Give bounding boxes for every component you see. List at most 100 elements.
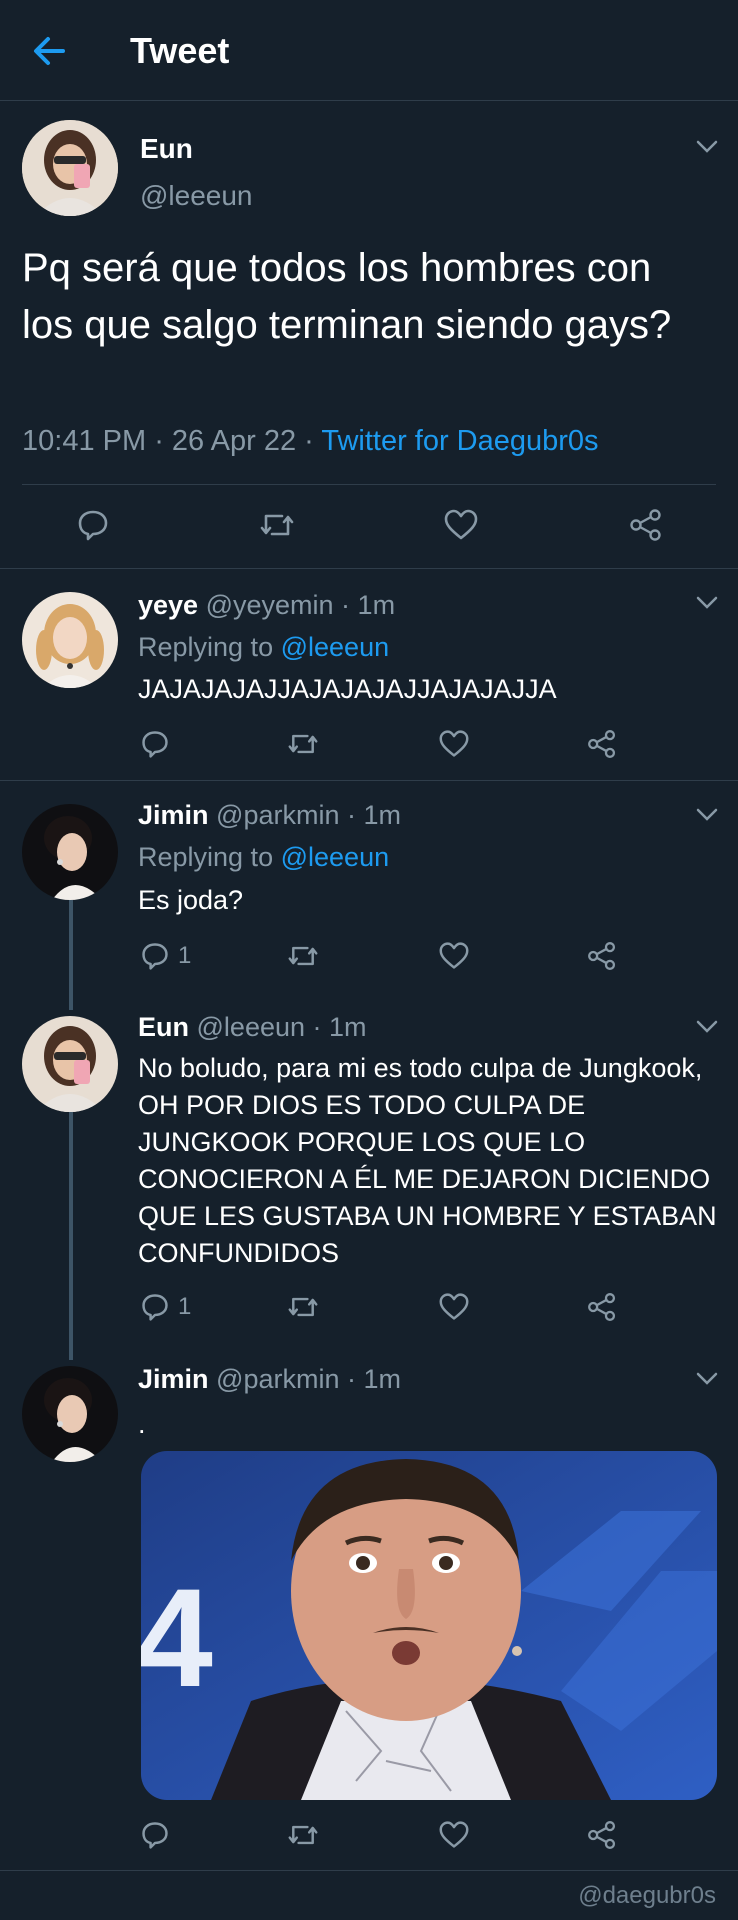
page-title: Tweet bbox=[130, 30, 230, 71]
divider bbox=[0, 1870, 738, 1871]
share-icon bbox=[588, 730, 616, 758]
replying-label: Replying to bbox=[138, 632, 274, 662]
replying-label: Replying to bbox=[138, 842, 274, 872]
author-name[interactable]: Jimin bbox=[138, 1364, 209, 1394]
thread-line bbox=[69, 1112, 73, 1360]
like-button[interactable] bbox=[438, 941, 470, 971]
author-name[interactable]: Eun bbox=[140, 133, 193, 165]
share-button[interactable] bbox=[586, 729, 618, 759]
tweet-date: 26 Apr 22 bbox=[171, 425, 297, 457]
share-button[interactable] bbox=[586, 941, 618, 971]
reply-count: 1 bbox=[178, 942, 192, 969]
like-button[interactable] bbox=[443, 508, 479, 542]
reply-header: yeye @yeyemin · 1m bbox=[138, 590, 395, 621]
avatar[interactable] bbox=[22, 592, 118, 688]
reply-icon bbox=[142, 731, 168, 758]
avatar[interactable] bbox=[22, 1366, 118, 1462]
author-name[interactable]: Eun bbox=[138, 1012, 189, 1042]
back-arrow-icon[interactable] bbox=[32, 34, 66, 68]
thread-line bbox=[69, 900, 73, 1010]
reply-button[interactable] bbox=[140, 1820, 170, 1850]
divider bbox=[0, 568, 738, 569]
reply-time: 1m bbox=[329, 1012, 367, 1042]
share-button[interactable] bbox=[586, 1820, 618, 1850]
like-icon bbox=[439, 1821, 469, 1848]
top-bar: Tweet bbox=[0, 0, 738, 101]
media-caption: 4 bbox=[141, 1559, 213, 1716]
tweet-text: Pq será que todos los hombres con los qu… bbox=[22, 246, 672, 347]
share-button[interactable] bbox=[628, 508, 664, 542]
chevron-down-icon[interactable] bbox=[696, 1372, 718, 1386]
like-icon bbox=[439, 1293, 469, 1320]
share-button[interactable] bbox=[586, 1292, 618, 1322]
reply-text: Es joda? bbox=[138, 885, 244, 915]
tweet-meta: 10:41 PM · 26 Apr 22 · Twitter for Daegu… bbox=[22, 425, 599, 458]
retweet-icon bbox=[288, 946, 318, 966]
avatar[interactable] bbox=[22, 1016, 118, 1112]
like-icon bbox=[439, 730, 469, 757]
reply-time: 1m bbox=[363, 1364, 402, 1394]
meta-separator: · bbox=[333, 590, 358, 620]
reply-button[interactable] bbox=[140, 729, 178, 759]
like-button[interactable] bbox=[438, 1820, 470, 1850]
like-button[interactable] bbox=[438, 1292, 470, 1322]
reply-icon bbox=[142, 943, 168, 970]
chevron-down-icon[interactable] bbox=[696, 596, 718, 610]
author-handle[interactable]: @leeeun bbox=[197, 1012, 306, 1042]
reply-header: Eun @leeeun · 1m bbox=[138, 1012, 367, 1043]
like-button[interactable] bbox=[438, 729, 470, 759]
reply-header: Jimin @parkmin · 1m bbox=[138, 1364, 401, 1395]
author-handle[interactable]: @parkmin bbox=[216, 800, 339, 830]
mention-link[interactable]: @leeeun bbox=[281, 842, 390, 872]
retweet-icon bbox=[260, 514, 294, 536]
reply-time: 1m bbox=[363, 800, 402, 830]
replying-to: Replying to @leeeun bbox=[138, 842, 389, 873]
share-icon bbox=[588, 1821, 616, 1849]
share-icon bbox=[588, 1293, 616, 1321]
author-handle[interactable]: @yeyemin bbox=[206, 590, 334, 620]
retweet-button[interactable] bbox=[286, 1292, 320, 1322]
like-icon bbox=[439, 942, 469, 969]
reply-icon bbox=[78, 510, 108, 541]
like-icon bbox=[444, 509, 478, 540]
reply-button[interactable]: 1 bbox=[140, 941, 191, 971]
author-handle[interactable]: @parkmin bbox=[216, 1364, 339, 1394]
reply-text: No boludo, para mi es todo culpa de Jung… bbox=[138, 1053, 717, 1268]
retweet-icon bbox=[288, 734, 318, 754]
chevron-down-icon[interactable] bbox=[696, 808, 718, 822]
mention-link[interactable]: @leeeun bbox=[281, 632, 390, 662]
divider bbox=[22, 484, 716, 485]
tweet-source-link[interactable]: Twitter for Daegubr0s bbox=[321, 425, 598, 457]
reply-header: Jimin @parkmin · 1m bbox=[138, 800, 401, 831]
retweet-icon bbox=[288, 1825, 318, 1845]
reply-button[interactable] bbox=[76, 508, 110, 542]
meta-separator: · bbox=[146, 425, 172, 457]
reply-icon bbox=[142, 1822, 168, 1849]
retweet-icon bbox=[288, 1297, 318, 1317]
chevron-down-icon[interactable] bbox=[696, 140, 718, 154]
tweet-image[interactable]: 4 bbox=[141, 1451, 717, 1800]
author-handle[interactable]: @leeeun bbox=[140, 180, 253, 212]
retweet-button[interactable] bbox=[286, 1820, 320, 1850]
reply-text: JAJAJAJAJJAJAJAJAJJAJAJAJJA bbox=[138, 674, 557, 704]
retweet-button[interactable] bbox=[286, 941, 320, 971]
retweet-button[interactable] bbox=[286, 729, 320, 759]
share-icon bbox=[630, 509, 661, 541]
divider bbox=[0, 780, 738, 781]
chevron-down-icon[interactable] bbox=[696, 1020, 718, 1034]
author-name[interactable]: yeye bbox=[138, 590, 198, 620]
replying-to: Replying to @leeeun bbox=[138, 632, 389, 663]
meta-separator: · bbox=[339, 1364, 364, 1394]
share-icon bbox=[588, 942, 616, 970]
author-name[interactable]: Jimin bbox=[138, 800, 209, 830]
reply-button[interactable]: 1 bbox=[140, 1292, 191, 1322]
reply-icon bbox=[142, 1294, 168, 1321]
avatar[interactable] bbox=[22, 120, 118, 216]
avatar[interactable] bbox=[22, 804, 118, 900]
reply-count: 1 bbox=[178, 1293, 192, 1320]
meta-separator: · bbox=[296, 425, 322, 457]
retweet-button[interactable] bbox=[258, 508, 296, 542]
watermark: @daegubr0s bbox=[578, 1882, 716, 1909]
tweet-time: 10:41 PM bbox=[22, 425, 147, 457]
reply-time: 1m bbox=[357, 590, 396, 620]
